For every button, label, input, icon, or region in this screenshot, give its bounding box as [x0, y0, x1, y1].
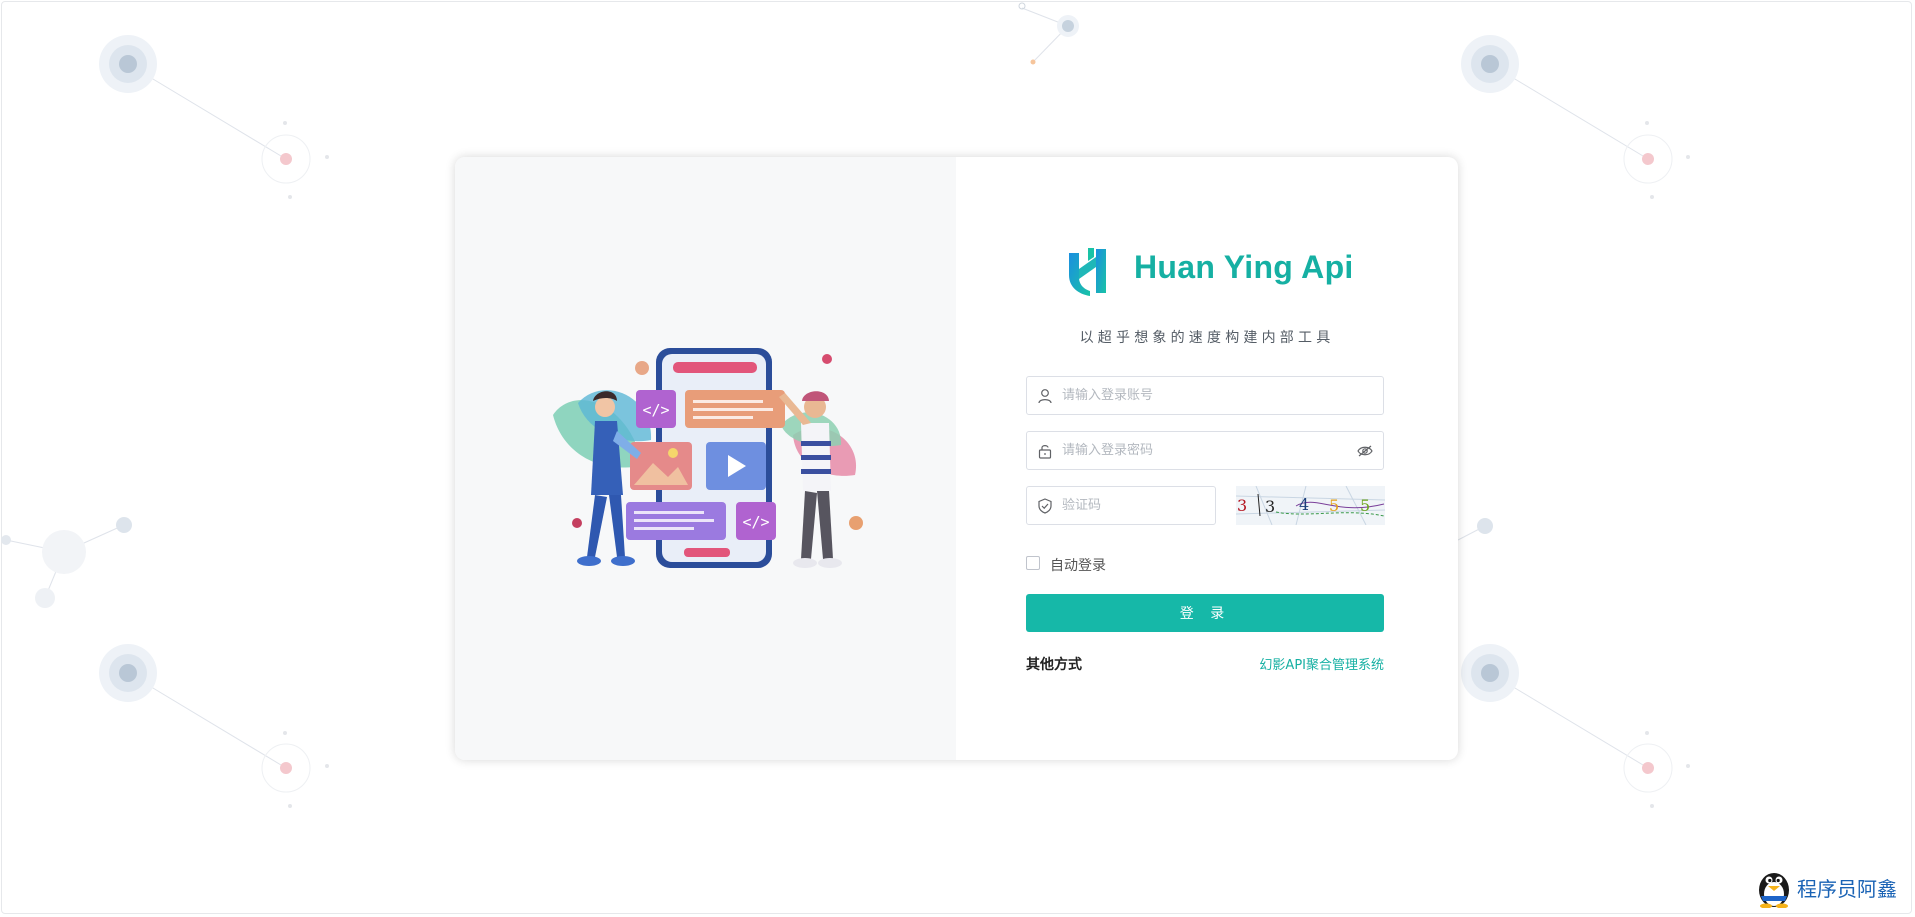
- login-form-panel: Huan Ying Api 以超乎想象的速度构建内部工具 请输入登录账号 验证码…: [956, 157, 1458, 760]
- captcha-char: 5: [1329, 496, 1339, 515]
- lock-icon: [1038, 445, 1052, 459]
- code-glyph: </>: [742, 513, 769, 531]
- password-field[interactable]: [1026, 431, 1384, 470]
- auto-login-checkbox[interactable]: [1026, 556, 1040, 570]
- login-card: </> </> Huan Ying Api 以超乎想象的速度构建内部工具 请输入…: [455, 157, 1458, 760]
- brand-name: Huan Ying Api: [1134, 249, 1354, 285]
- penguin-icon: [1759, 873, 1789, 908]
- watermark: 程序员阿鑫: [1753, 866, 1913, 908]
- captcha-char: 4: [1299, 495, 1309, 514]
- auto-login-label: 自动登录: [1050, 558, 1106, 574]
- user-icon: [1038, 389, 1052, 404]
- eye-icon[interactable]: [1357, 444, 1373, 458]
- captcha-char: 3: [1265, 497, 1275, 516]
- system-link[interactable]: 幻影API聚合管理系统: [1259, 654, 1384, 673]
- captcha-char: 3: [1237, 496, 1247, 515]
- other-methods-label: 其他方式: [1026, 657, 1082, 673]
- login-button[interactable]: 登 录: [1026, 594, 1384, 632]
- captcha-image[interactable]: 3 3 4 5 5: [1236, 486, 1385, 525]
- shield-icon: [1038, 498, 1052, 514]
- captcha-field[interactable]: [1026, 486, 1216, 525]
- captcha-input[interactable]: [1062, 487, 1202, 524]
- password-input[interactable]: [1062, 432, 1342, 469]
- hy-logo-icon: [1069, 248, 1106, 296]
- slogan: 以超乎想象的速度构建内部工具: [1079, 330, 1335, 346]
- captcha-char: 5: [1360, 496, 1370, 515]
- watermark-text: 程序员阿鑫: [1797, 877, 1897, 901]
- username-input[interactable]: [1062, 377, 1342, 414]
- illustration-panel: </> </>: [455, 157, 956, 760]
- username-field[interactable]: [1026, 376, 1384, 415]
- developers-illustration: </> </>: [553, 348, 863, 568]
- code-glyph: </>: [642, 401, 669, 419]
